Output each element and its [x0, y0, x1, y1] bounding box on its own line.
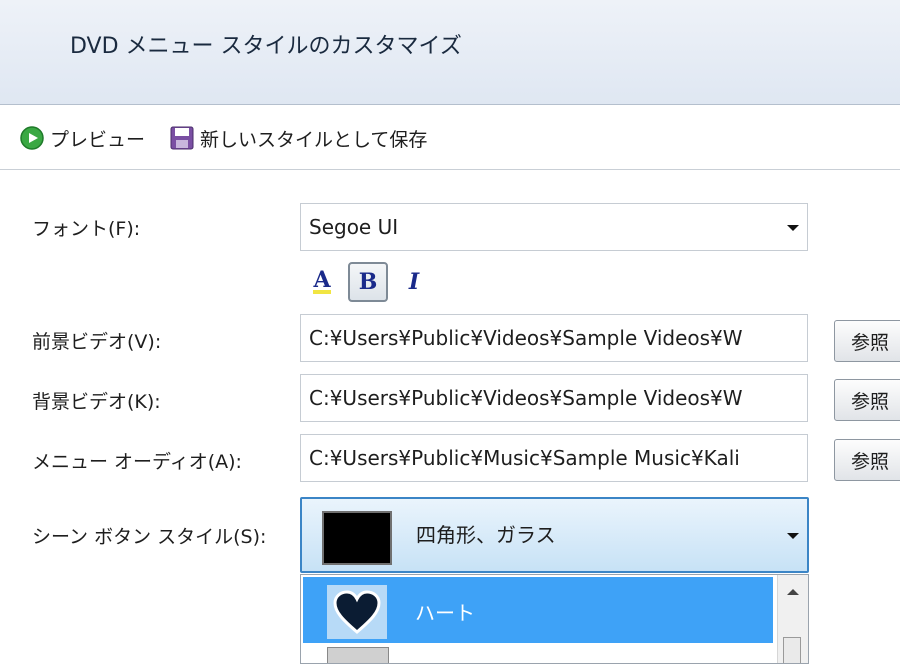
- foreground-video-field[interactable]: C:¥Users¥Public¥Videos¥Sample Videos¥W: [300, 314, 808, 362]
- font-color-button[interactable]: A: [302, 262, 342, 302]
- scene-button-style-dropdown: ハート: [300, 574, 809, 664]
- audio-browse-button[interactable]: 参照: [834, 439, 900, 481]
- scroll-thumb[interactable]: [783, 637, 801, 663]
- list-item-label: ハート: [415, 601, 475, 625]
- save-label: 新しいスタイルとして保存: [200, 128, 428, 151]
- list-item[interactable]: ハート: [303, 577, 773, 643]
- heart-icon: [327, 585, 387, 639]
- preview-label: プレビュー: [50, 128, 146, 151]
- background-video-path: C:¥Users¥Public¥Videos¥Sample Videos¥W: [309, 386, 743, 410]
- chevron-down-icon: [787, 533, 799, 539]
- save-as-new-style-button[interactable]: 新しいスタイルとして保存: [168, 121, 427, 155]
- browse-label: 参照: [851, 450, 890, 473]
- next-item-thumbnail: [327, 647, 389, 663]
- title-bar: DVD メニュー スタイルのカスタマイズ: [0, 0, 900, 105]
- style-swatch: [322, 511, 392, 565]
- scene-button-style-value: 四角形、ガラス: [416, 523, 556, 547]
- scene-button-style-label: シーン ボタン スタイル(S):: [32, 526, 267, 548]
- play-icon: [18, 124, 46, 152]
- foreground-browse-button[interactable]: 参照: [834, 320, 900, 362]
- background-browse-button[interactable]: 参照: [834, 379, 900, 421]
- menu-audio-path: C:¥Users¥Public¥Music¥Sample Music¥Kali: [309, 446, 740, 470]
- scene-button-style-select[interactable]: 四角形、ガラス: [300, 497, 809, 573]
- window-title: DVD メニュー スタイルのカスタマイズ: [70, 34, 462, 59]
- font-value: Segoe UI: [309, 215, 399, 239]
- background-video-field[interactable]: C:¥Users¥Public¥Videos¥Sample Videos¥W: [300, 374, 808, 422]
- foreground-video-label: 前景ビデオ(V):: [32, 331, 162, 353]
- font-select[interactable]: Segoe UI: [300, 203, 808, 251]
- background-video-label: 背景ビデオ(K):: [32, 391, 161, 413]
- preview-button[interactable]: プレビュー: [18, 121, 145, 155]
- menu-audio-label: メニュー オーディオ(A):: [32, 451, 242, 473]
- browse-label: 参照: [851, 390, 890, 413]
- font-color-icon: A: [313, 267, 331, 294]
- save-disk-icon: [168, 124, 196, 152]
- foreground-video-path: C:¥Users¥Public¥Videos¥Sample Videos¥W: [309, 326, 743, 350]
- toolbar: プレビュー 新しいスタイルとして保存: [0, 105, 900, 170]
- italic-button[interactable]: I: [394, 262, 434, 302]
- italic-icon: I: [408, 269, 420, 295]
- font-label: フォント(F):: [32, 218, 141, 240]
- bold-icon: B: [358, 269, 378, 295]
- menu-audio-field[interactable]: C:¥Users¥Public¥Music¥Sample Music¥Kali: [300, 434, 808, 482]
- scroll-up-icon[interactable]: [787, 589, 799, 595]
- browse-label: 参照: [851, 331, 890, 354]
- dropdown-scrollbar[interactable]: [777, 575, 808, 663]
- bold-button[interactable]: B: [348, 262, 388, 302]
- chevron-down-icon: [787, 225, 799, 231]
